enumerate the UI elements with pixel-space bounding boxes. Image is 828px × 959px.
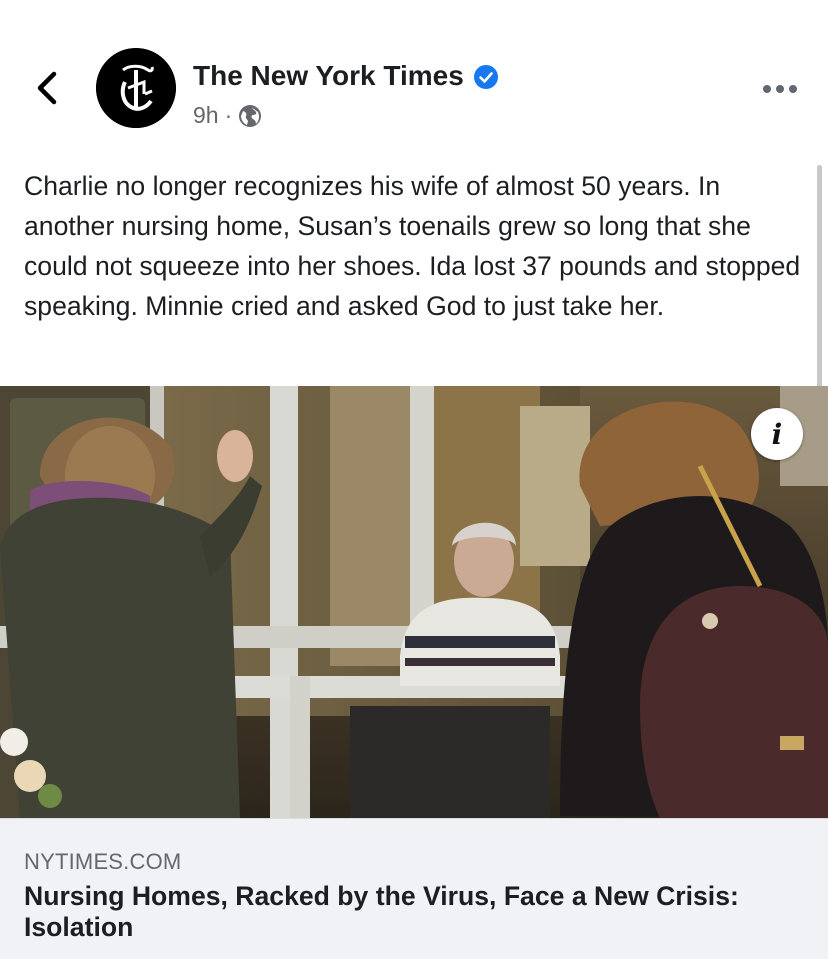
link-preview-card[interactable]: NYTIMES.COM Nursing Homes, Racked by the… [0,818,828,959]
page-name-label: The New York Times [193,60,464,91]
globe-icon [238,104,262,128]
avatar[interactable] [96,48,176,128]
more-options-button[interactable] [760,78,800,100]
link-domain: NYTIMES.COM [24,849,182,874]
post-header: The New York Times 9h · [0,0,828,160]
photo-illustration [0,386,828,818]
more-horizontal-icon [763,85,797,93]
verified-badge-icon [473,64,498,89]
link-headline[interactable]: Nursing Homes, Racked by the Virus, Face… [24,881,814,943]
post-meta: 9h · [193,102,262,129]
post-text: Charlie no longer recognizes his wife of… [24,171,801,321]
nyt-logo-icon [96,48,176,128]
page-name[interactable]: The New York Times [193,60,498,92]
chevron-left-icon [37,71,57,105]
back-button[interactable] [30,68,64,108]
post-photo[interactable] [0,386,828,818]
meta-separator: · [224,102,233,128]
info-button[interactable]: i [751,408,803,460]
post-time[interactable]: 9h [193,102,219,129]
